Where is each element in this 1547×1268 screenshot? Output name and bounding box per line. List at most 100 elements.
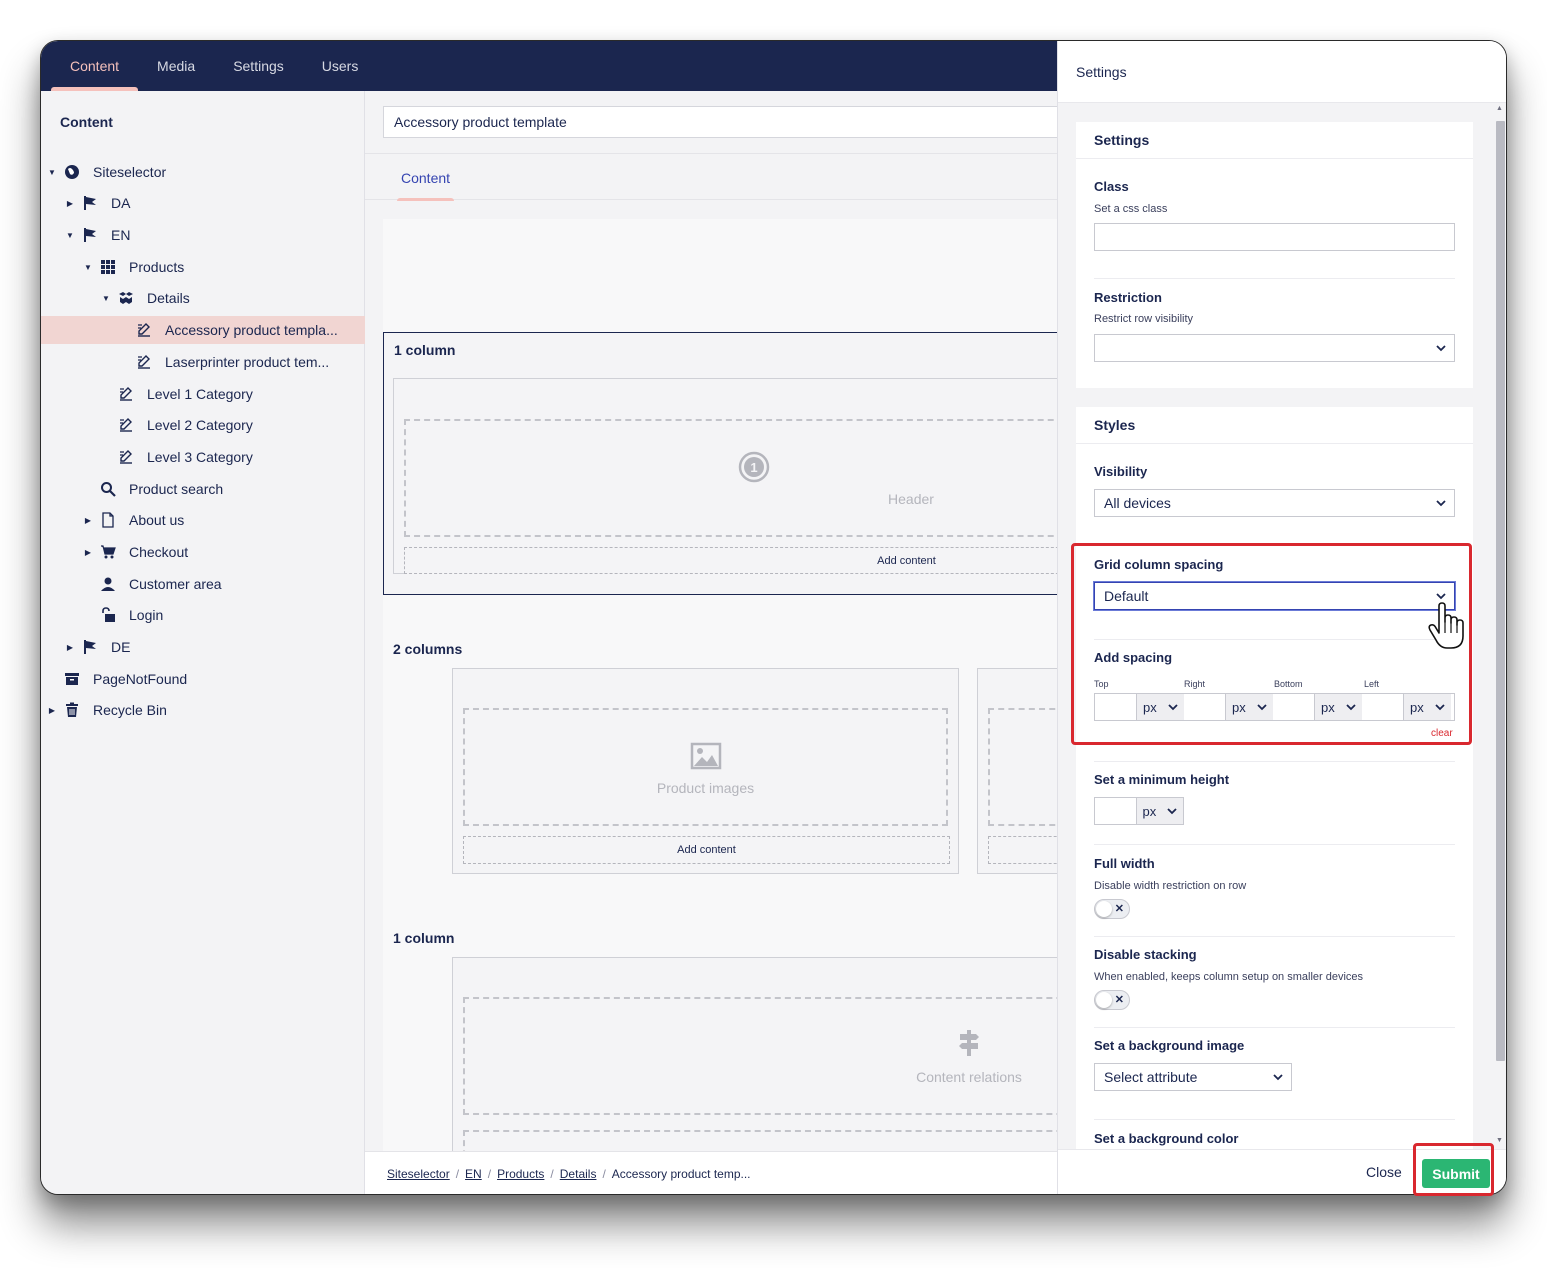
tree-item-level-1-category[interactable]: Level 1 Category (41, 380, 365, 408)
tree-item-login[interactable]: Login (41, 601, 365, 629)
user-icon (99, 575, 117, 593)
tree-item-product-search[interactable]: Product search (41, 475, 365, 503)
tree-item-page-not-found[interactable]: PageNotFound (41, 665, 365, 693)
caret-right-icon[interactable]: ▶ (65, 643, 75, 652)
min-height-inputs: px (1094, 797, 1184, 825)
tree-item-label: Login (129, 607, 164, 623)
clear-spacing-link[interactable]: clear (1431, 728, 1453, 739)
tree-item-level-2-category[interactable]: Level 2 Category (41, 411, 365, 439)
disable-stacking-toggle[interactable]: ✕ (1094, 990, 1130, 1010)
bg-image-label: Set a background image (1094, 1038, 1245, 1053)
flag-icon (81, 194, 99, 212)
tree-item-accessory-template[interactable]: Accessory product templa... (41, 316, 365, 344)
tree-item-label: Recycle Bin (93, 702, 167, 718)
content-placeholder[interactable]: 1 Header (404, 419, 1104, 537)
spacing-right-input[interactable] (1184, 694, 1226, 720)
tree-item-en[interactable]: ▼ EN (41, 221, 365, 249)
globe-icon (63, 163, 81, 181)
min-height-unit-select[interactable]: px (1136, 798, 1183, 824)
close-button[interactable]: Close (1366, 1164, 1402, 1180)
spacing-bottom-label: Bottom (1274, 679, 1303, 689)
caret-right-icon[interactable]: ▶ (83, 548, 93, 557)
tree-item-products[interactable]: ▼ Products (41, 253, 365, 281)
content-placeholder[interactable]: Product images (463, 708, 948, 826)
boxes-icon (117, 289, 135, 307)
tree-item-details[interactable]: ▼ Details (41, 284, 365, 312)
scroll-up-icon[interactable]: ▲ (1496, 105, 1503, 112)
spacing-left-input[interactable] (1362, 694, 1404, 720)
bg-image-select[interactable]: Select attribute (1094, 1063, 1292, 1091)
caret-down-icon[interactable]: ▼ (47, 168, 57, 177)
breadcrumb-link[interactable]: Products (497, 1167, 544, 1181)
breadcrumb-link[interactable]: Details (560, 1167, 597, 1181)
panel-scrollbar[interactable]: ▲ ▼ (1494, 103, 1506, 1149)
caret-down-icon[interactable]: ▼ (101, 294, 111, 303)
restriction-select[interactable] (1094, 334, 1455, 362)
caret-right-icon[interactable]: ▶ (65, 199, 75, 208)
image-icon (690, 742, 722, 775)
unlock-icon (99, 606, 117, 624)
chevron-down-icon (1435, 704, 1445, 711)
tree-item-level-3-category[interactable]: Level 3 Category (41, 443, 365, 471)
chevron-down-icon (1273, 1074, 1283, 1081)
caret-down-icon[interactable]: ▼ (65, 231, 75, 240)
grid-row-1[interactable]: 1 column 1 Header Add content (383, 332, 1104, 595)
tree-item-recycle-bin[interactable]: ▶ Recycle Bin (41, 696, 365, 724)
scrollbar-thumb[interactable] (1496, 121, 1505, 1061)
add-content-button[interactable]: Add content (404, 547, 1104, 574)
min-height-input[interactable] (1095, 798, 1137, 824)
breadcrumb-link[interactable]: EN (465, 1167, 482, 1181)
grid-cell[interactable]: 1 Header Add content (393, 378, 1104, 574)
tree-item-label: Level 3 Category (147, 449, 253, 465)
grid-column-spacing-select[interactable]: Default (1094, 582, 1455, 610)
spacing-inputs: px px px px (1094, 693, 1455, 721)
spacing-top-input[interactable] (1095, 694, 1137, 720)
tree-item-about-us[interactable]: ▶ About us (41, 506, 365, 534)
panel-header: Settings (1058, 41, 1506, 103)
tree-item-siteselector[interactable]: ▼ Siteselector (41, 158, 365, 186)
restriction-description: Restrict row visibility (1094, 313, 1194, 325)
tree-item-de[interactable]: ▶ DE (41, 633, 365, 661)
spacing-bottom-input[interactable] (1273, 694, 1315, 720)
caret-right-icon[interactable]: ▶ (47, 706, 57, 715)
breadcrumb-link[interactable]: Siteselector (387, 1167, 450, 1181)
grid-cell-left[interactable]: Product images Add content (452, 668, 959, 874)
spacing-left-unit-select[interactable]: px (1404, 694, 1451, 720)
tree-item-checkout[interactable]: ▶ Checkout (41, 538, 365, 566)
tree-item-customer-area[interactable]: Customer area (41, 570, 365, 598)
spacing-right-unit-select[interactable]: px (1226, 694, 1273, 720)
tree-item-label: About us (129, 512, 185, 528)
tree-item-label: Products (129, 259, 185, 275)
add-content-button[interactable]: Add content (463, 836, 950, 864)
grid-row-2[interactable]: 2 columns Product images Add content (383, 631, 1188, 891)
edit-icon (135, 353, 153, 371)
box-heading: Styles (1076, 407, 1473, 444)
trash-icon (63, 701, 81, 719)
caret-down-icon[interactable]: ▼ (83, 263, 93, 272)
tree-item-label: Laserprinter product tem... (165, 354, 330, 370)
disable-stacking-label: Disable stacking (1094, 947, 1197, 962)
nav-tab-media[interactable]: Media (138, 41, 214, 91)
top-navigation: Content Media Settings Users (41, 41, 1057, 91)
content-tree: Content ▼ Siteselector ▶ DA ▼ EN ▼ Produ… (41, 91, 365, 1194)
caret-right-icon[interactable]: ▶ (83, 516, 93, 525)
min-height-label: Set a minimum height (1094, 772, 1230, 787)
nav-tab-content[interactable]: Content (51, 41, 139, 91)
tree-item-da[interactable]: ▶ DA (41, 189, 365, 217)
class-input[interactable] (1094, 223, 1455, 251)
spacing-top-unit-select[interactable]: px (1137, 694, 1184, 720)
tree-item-label: Product search (129, 481, 224, 497)
submit-button[interactable]: Submit (1422, 1159, 1490, 1188)
number-one-icon: 1 (738, 451, 770, 488)
tab-content[interactable]: Content (397, 154, 455, 201)
grid-row-3[interactable]: 1 column Content relations (383, 920, 1163, 1194)
scroll-down-icon[interactable]: ▼ (1496, 1137, 1503, 1144)
spacing-bottom-unit-select[interactable]: px (1315, 694, 1362, 720)
full-width-toggle[interactable]: ✕ (1094, 899, 1130, 919)
tree-item-label: EN (111, 227, 131, 243)
nav-tab-users[interactable]: Users (303, 41, 378, 91)
nav-tab-settings[interactable]: Settings (214, 41, 303, 91)
tree-item-laserprinter-template[interactable]: Laserprinter product tem... (41, 348, 365, 376)
visibility-select[interactable]: All devices (1094, 489, 1455, 517)
node-name-input[interactable]: Accessory product template (383, 106, 1083, 138)
